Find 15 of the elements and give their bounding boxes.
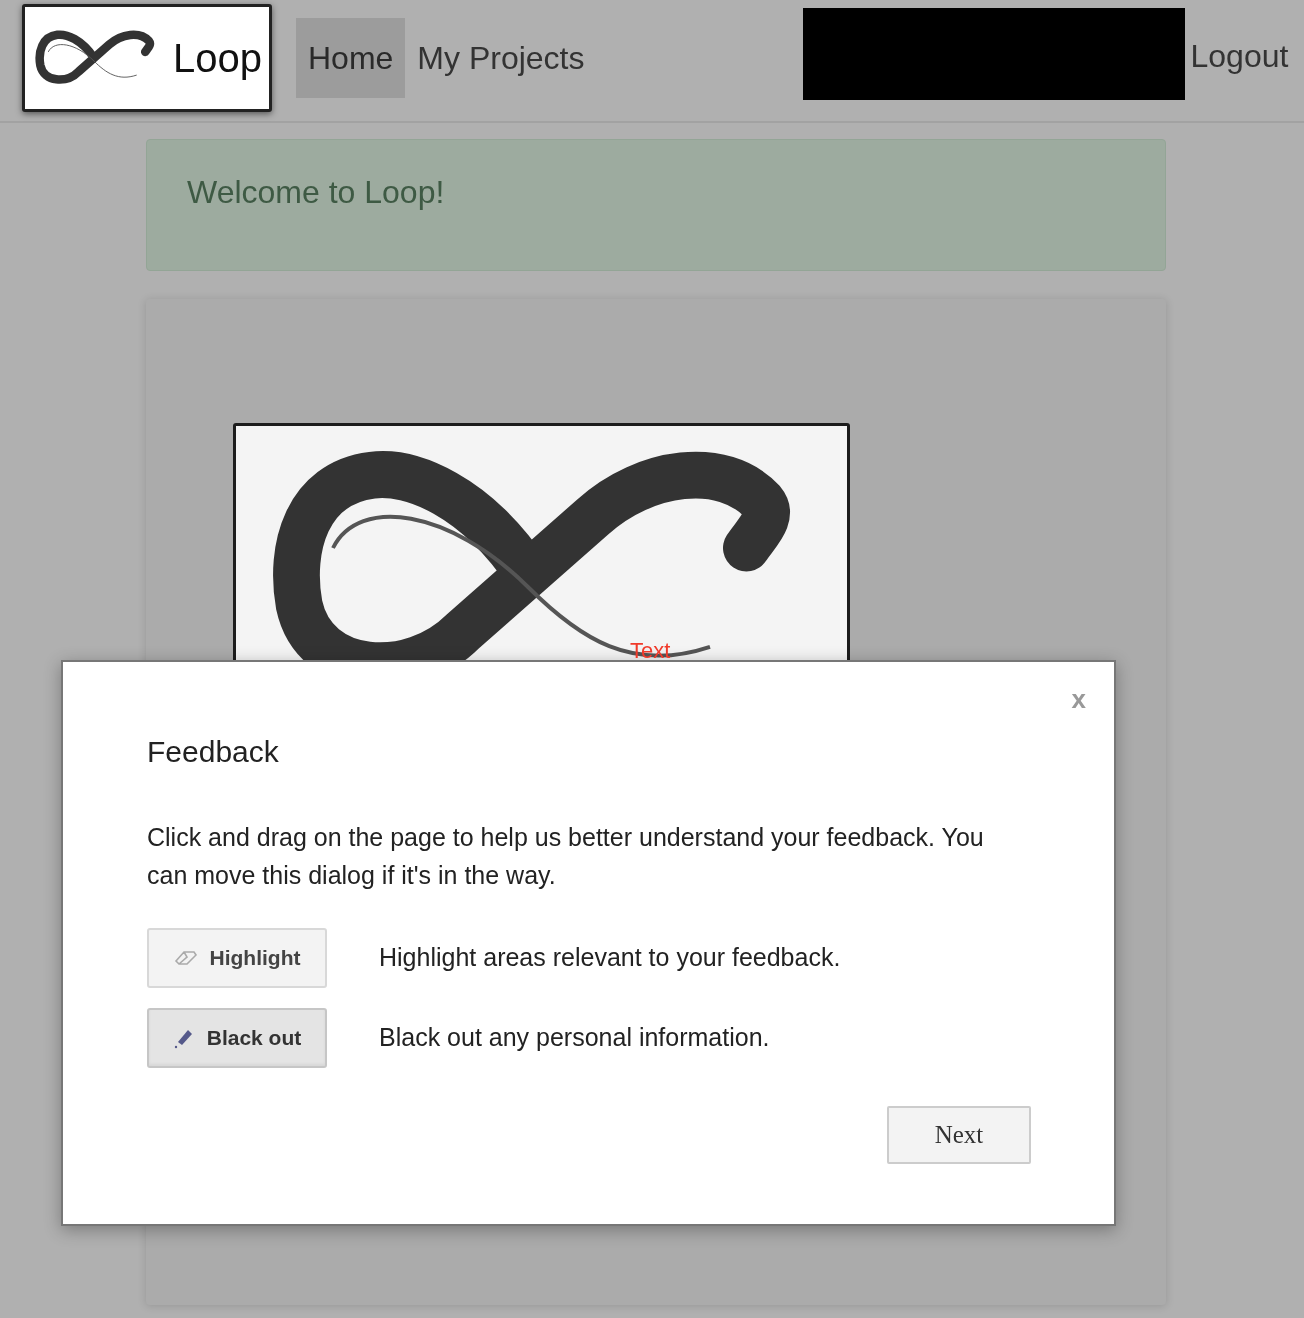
welcome-alert: Welcome to Loop! <box>146 139 1166 271</box>
dialog-title: Feedback <box>147 734 280 770</box>
tool-description: Highlight areas relevant to your feedback. <box>379 942 841 974</box>
nav-link[interactable]: Home <box>296 17 406 98</box>
next-button[interactable]: Next <box>887 1106 1031 1164</box>
logout-link[interactable]: Logout <box>1184 31 1295 80</box>
nav-link[interactable]: My Projects <box>405 17 597 98</box>
tool-description: Black out any personal information. <box>379 1022 770 1054</box>
dialog-description: Click and drag on the page to help us better understand your feedback. You can move this dialog if it's in the way. <box>147 822 985 891</box>
brand-name: Loop <box>173 34 262 82</box>
blackout-button[interactable]: Black out <box>147 1008 327 1068</box>
brand-logo[interactable]: Loop <box>22 3 272 112</box>
eraser-icon <box>173 949 198 967</box>
highlight-button[interactable]: Highlight <box>147 928 327 988</box>
pen-icon <box>172 1027 195 1049</box>
